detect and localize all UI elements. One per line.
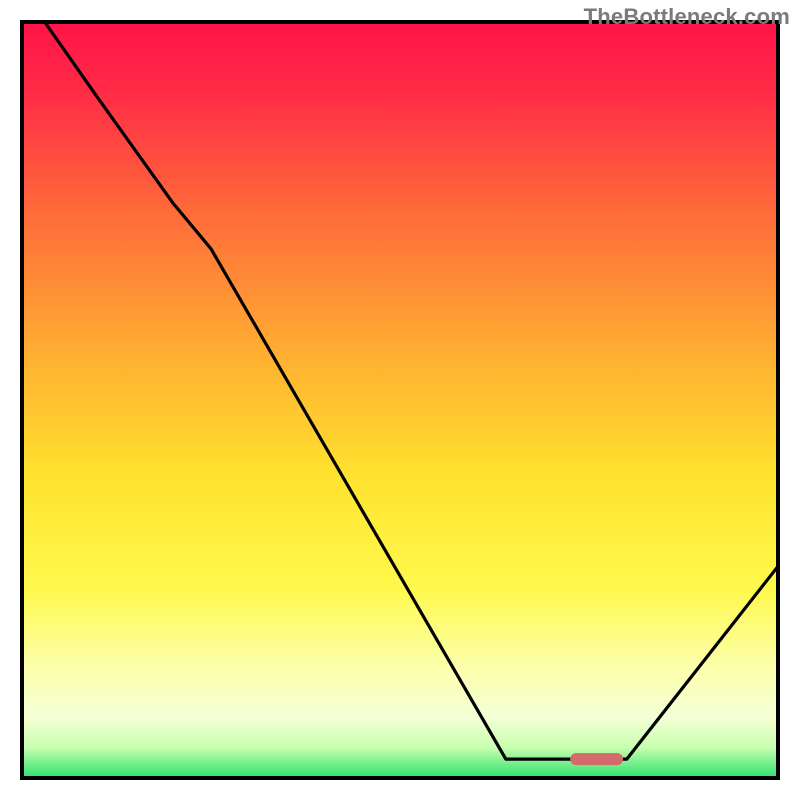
bottleneck-chart [0, 0, 800, 800]
watermark-text: TheBottleneck.com [584, 4, 790, 30]
flat-marker [570, 753, 623, 765]
chart-container: TheBottleneck.com [0, 0, 800, 800]
plot-background [22, 22, 778, 778]
